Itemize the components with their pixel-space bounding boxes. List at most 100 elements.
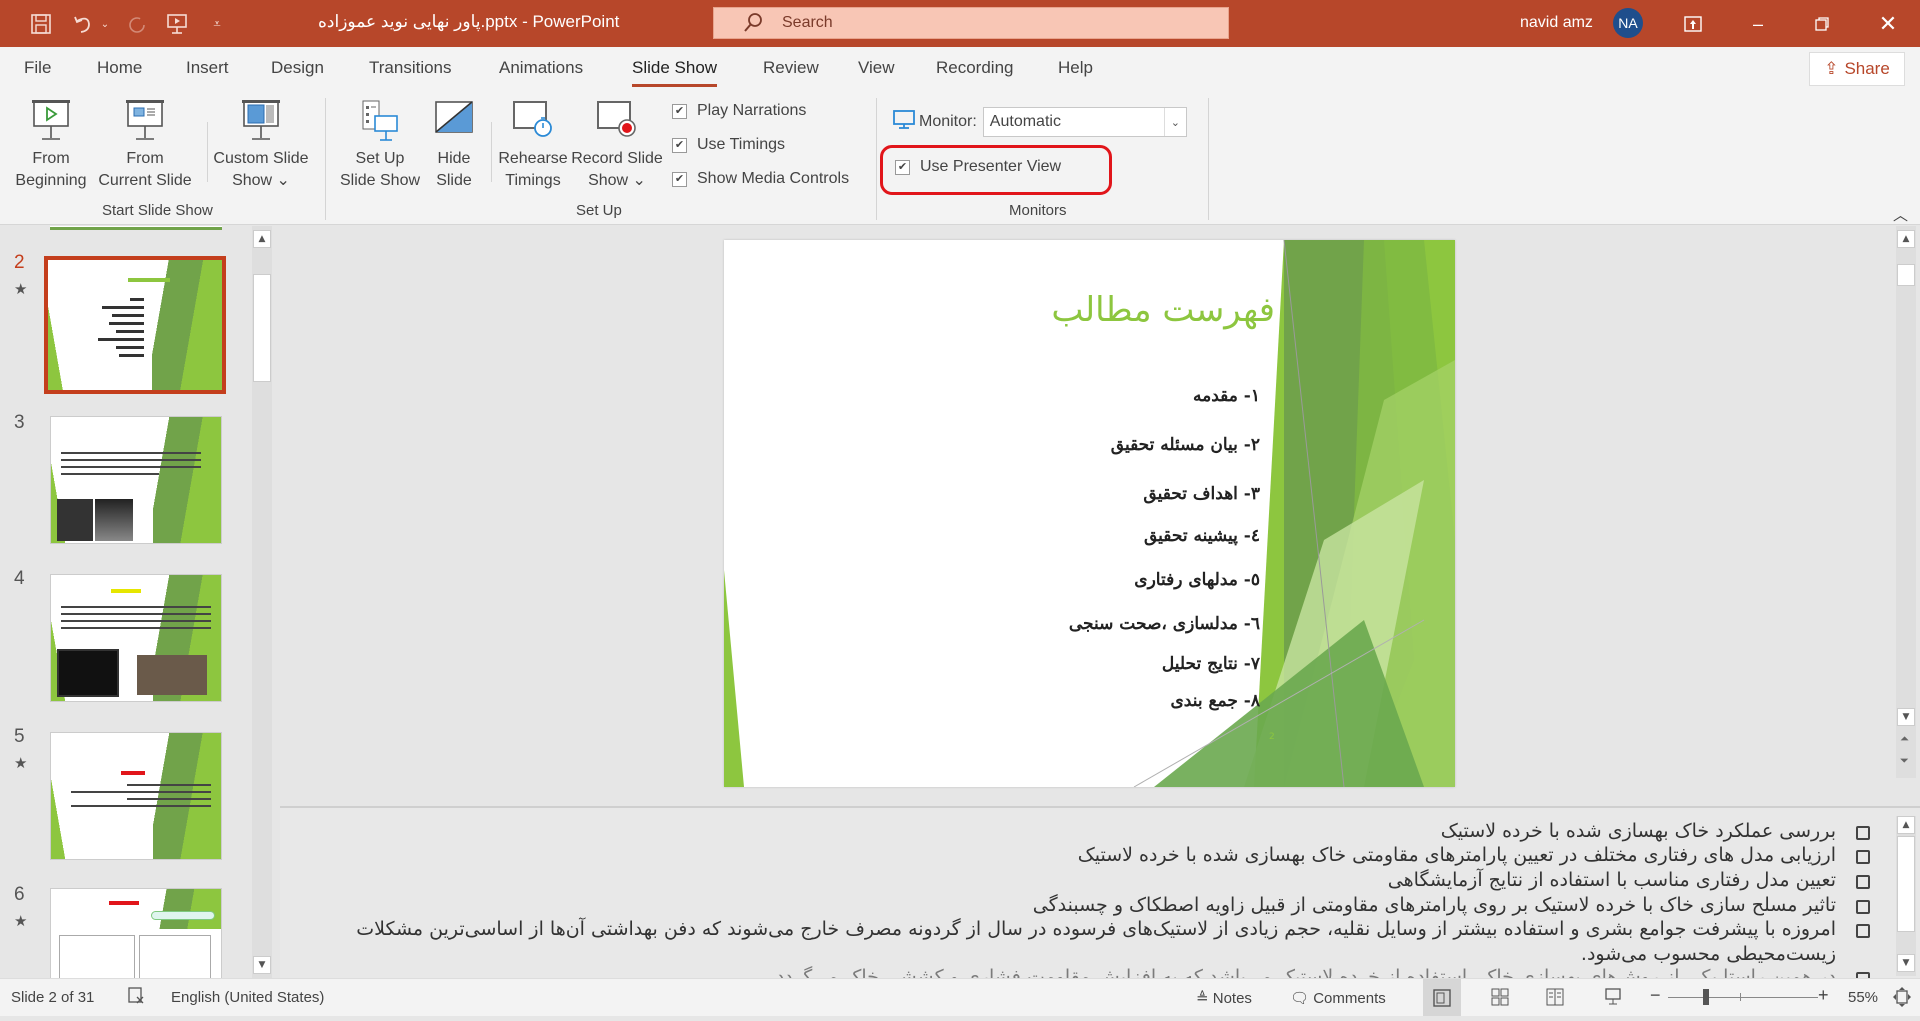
tab-animations[interactable]: Animations [499, 58, 583, 78]
thumbnail-slide-3[interactable] [50, 416, 222, 544]
undo-dropdown-icon[interactable]: ⌄ [98, 9, 112, 39]
ribbon-tabs: File Home Insert Design Transitions Anim… [0, 47, 1920, 92]
thumbnail-slide-6[interactable] [50, 888, 222, 978]
thumbnail-partial-slide-1[interactable] [50, 226, 222, 230]
notes-pane[interactable]: بررسی عملکرد خاک بهسازی شده با خرده لاست… [280, 806, 1920, 978]
scroll-up-icon[interactable]: ▲ [1897, 230, 1915, 248]
zoom-slider[interactable] [1668, 989, 1818, 1005]
setup-label-2: Slide Show [339, 172, 421, 189]
tab-slide-show[interactable]: Slide Show [632, 58, 718, 87]
customize-qat-icon[interactable]: ⩡ [207, 9, 227, 39]
rehearse-timings-button[interactable]: Rehearse Timings [492, 98, 574, 192]
animation-star-icon: ★ [14, 280, 28, 298]
search-box[interactable]: Search [713, 7, 1229, 39]
from-current-label-2: Current Slide [98, 172, 192, 189]
tab-view[interactable]: View [858, 58, 895, 78]
scrollbar-thumb[interactable] [253, 274, 271, 382]
scroll-up-icon[interactable]: ▲ [1897, 816, 1915, 834]
share-button[interactable]: ⇪ Share [1809, 52, 1905, 86]
comments-label: Comments [1313, 990, 1386, 1007]
zoom-out-button[interactable]: − [1650, 985, 1661, 1006]
tab-recording[interactable]: Recording [936, 58, 1014, 78]
minimize-icon[interactable]: – [1738, 9, 1778, 39]
monitor-row: Monitor: Automatic ⌄ [893, 107, 1187, 137]
thumbnail-text [74, 293, 144, 357]
thumbnails-scrollbar[interactable]: ▲ ▼ [252, 226, 272, 978]
zoom-slider-midmark [1740, 993, 1741, 1001]
scrollbar-thumb[interactable] [1897, 264, 1915, 286]
thumbnail-title [111, 589, 141, 593]
start-from-beginning-icon[interactable] [162, 9, 192, 39]
user-name[interactable]: navid amz [1520, 14, 1593, 32]
toc-item: ۷- نتایج تحلیل [1161, 654, 1260, 674]
tab-transitions[interactable]: Transitions [369, 58, 452, 78]
notes-scrollbar[interactable]: ▲ ▼ [1896, 816, 1916, 976]
thumbnail-text [61, 601, 211, 634]
from-beginning-button[interactable]: From Beginning [10, 98, 92, 192]
notes-toggle[interactable]: ≜ Notes [1196, 989, 1252, 1007]
scrollbar-thumb[interactable] [1897, 836, 1915, 932]
scroll-down-icon[interactable]: ▼ [1897, 954, 1915, 972]
save-icon[interactable] [26, 9, 56, 39]
reading-view-icon[interactable] [1545, 987, 1565, 1011]
slide-sorter-icon[interactable] [1490, 987, 1510, 1011]
slide-canvas[interactable]: فهرست مطالب ۱- مقدمه ۲- بیان مسئله تحقیق… [724, 240, 1455, 787]
zoom-level[interactable]: 55% [1848, 989, 1878, 1006]
custom-slide-show-button[interactable]: Custom Slide Show ⌄ [208, 98, 314, 192]
monitor-select[interactable]: Automatic ⌄ [982, 107, 1187, 137]
accessibility-icon[interactable] [127, 987, 145, 1009]
fit-slide-to-window-icon[interactable] [1892, 986, 1912, 1012]
toc-item: ٤- پیشینه تحقیق [1143, 526, 1260, 546]
record-label-2: Show ⌄ [588, 172, 646, 189]
ribbon-display-options-icon[interactable] [1673, 9, 1713, 39]
thumbnail-title [121, 771, 145, 775]
tab-review[interactable]: Review [763, 58, 819, 78]
tab-design[interactable]: Design [271, 58, 324, 78]
slide-title[interactable]: فهرست مطالب [1051, 290, 1275, 330]
tab-insert[interactable]: Insert [186, 58, 229, 78]
slide-scrollbar[interactable]: ▲ ▼ ⏶ ⏷ [1896, 226, 1916, 778]
previous-slide-icon[interactable]: ⏶ [1900, 732, 1909, 746]
from-current-label-1: From [126, 150, 164, 167]
restore-icon[interactable] [1802, 9, 1842, 39]
scroll-up-icon[interactable]: ▲ [253, 230, 271, 248]
tab-file[interactable]: File [24, 58, 51, 78]
zoom-slider-handle[interactable] [1702, 989, 1709, 1005]
thumbnail-slide-2[interactable] [44, 256, 226, 394]
use-timings-checkbox[interactable]: ✔ Use Timings [672, 136, 785, 154]
record-slide-show-button[interactable]: Record Slide Show ⌄ [569, 98, 665, 192]
group-label-start-slide-show: Start Slide Show [102, 202, 213, 219]
checkbox-check-icon: ✔ [672, 171, 687, 187]
next-slide-icon[interactable]: ⏷ [1900, 754, 1909, 768]
thumbnail-label [151, 911, 215, 920]
set-up-slide-show-button[interactable]: Set Up Slide Show [334, 98, 426, 192]
checkbox-check-icon: ✔ [672, 137, 687, 153]
slide-show-view-icon[interactable] [1603, 987, 1623, 1011]
toc-item: ٥- مدلهای رفتاری [1134, 570, 1260, 590]
tab-home[interactable]: Home [97, 58, 142, 78]
scroll-down-icon[interactable]: ▼ [1897, 708, 1915, 726]
use-timings-label: Use Timings [697, 136, 786, 153]
thumbnail-slide-5[interactable] [50, 732, 222, 860]
show-media-controls-checkbox[interactable]: ✔ Show Media Controls [672, 170, 849, 188]
avatar[interactable]: NA [1613, 8, 1643, 38]
thumbnail-slide-4[interactable] [50, 574, 222, 702]
hide-slide-button[interactable]: Hide Slide [426, 98, 482, 192]
play-narrations-checkbox[interactable]: ✔ Play Narrations [672, 102, 806, 120]
toc-item: ۲- بیان مسئله تحقیق [1110, 435, 1260, 455]
note-bullet-icon [1856, 900, 1870, 914]
collapse-ribbon-icon[interactable]: ︿ [1893, 204, 1908, 225]
from-current-slide-button[interactable]: From Current Slide [94, 98, 196, 192]
slide-page-number: 2 [1269, 732, 1275, 742]
thumbnail-title [128, 278, 170, 283]
normal-view-button[interactable] [1423, 979, 1461, 1016]
close-icon[interactable]: ✕ [1868, 9, 1908, 39]
thumbnail-text [71, 779, 211, 812]
redo-icon[interactable] [122, 9, 152, 39]
comments-toggle[interactable]: 🗨 Comments [1290, 989, 1386, 1007]
undo-icon[interactable] [68, 9, 98, 39]
zoom-in-button[interactable]: + [1818, 985, 1829, 1006]
language-indicator[interactable]: English (United States) [171, 989, 324, 1006]
scroll-down-icon[interactable]: ▼ [253, 956, 271, 974]
tab-help[interactable]: Help [1058, 58, 1093, 78]
